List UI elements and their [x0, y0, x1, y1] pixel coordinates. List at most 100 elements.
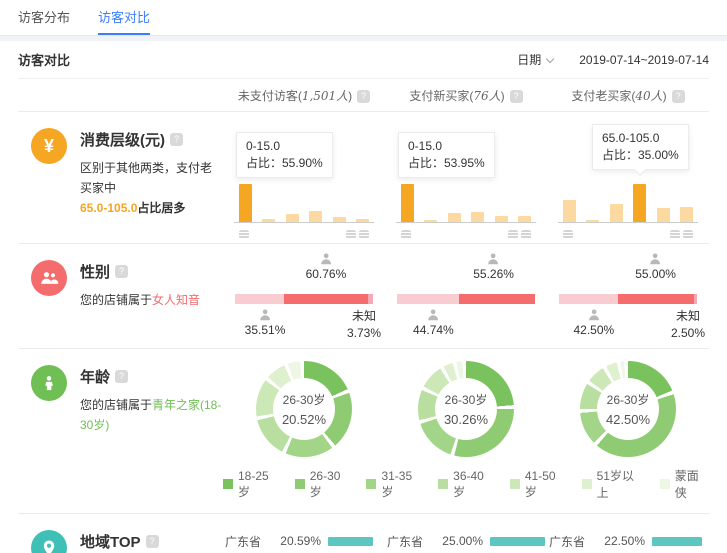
unknown-share: 未知3.73%	[347, 308, 381, 342]
consumption-chart-repeat-buyers[interactable]: 65.0-105.0占比：35.00%	[558, 118, 698, 240]
bar-segment[interactable]	[657, 208, 670, 222]
bar-segment[interactable]	[680, 207, 693, 222]
male-segment	[397, 294, 459, 304]
page-title: 访客对比	[18, 50, 70, 69]
people-icon	[31, 260, 67, 296]
female-share: 55.26%	[473, 252, 514, 281]
gender-chart-unpaid[interactable]: 60.76%35.51%未知3.73%	[235, 252, 373, 344]
bar-segment[interactable]	[309, 211, 322, 222]
region-title: 地域TOP	[80, 531, 141, 552]
legend-item[interactable]: 蒙面侠	[660, 467, 709, 501]
bar-segment[interactable]	[471, 212, 484, 222]
region-bar	[490, 537, 545, 546]
region-list-unpaid: 广东省20.59%浙江省11.06%	[225, 530, 383, 553]
help-icon[interactable]	[510, 90, 523, 103]
date-filter-label: 日期	[517, 53, 541, 67]
person-icon	[31, 365, 67, 401]
coin-icon	[401, 230, 411, 239]
age-legend: 18-25岁 26-30岁 31-35岁 36-40岁 41-50岁 51岁以上蒙面侠	[223, 457, 709, 513]
legend-item[interactable]: 51岁以上	[582, 467, 644, 501]
help-icon[interactable]	[672, 90, 685, 103]
male-share: 42.50%	[573, 308, 614, 337]
gender-chart-repeat-buyers[interactable]: 55.00%42.50%未知2.50%	[559, 252, 697, 344]
bar-segment[interactable]	[633, 184, 646, 222]
person-icon	[648, 252, 663, 266]
column-header-new-buyers: 支付新买家(76人)	[385, 87, 547, 104]
region-bar	[328, 537, 373, 546]
gender-description: 您的店铺属于女人知音	[80, 290, 200, 310]
section-age: 年龄 您的店铺属于青年之家(18-30岁) 26-30岁20.52% 26-30…	[18, 348, 709, 513]
chart-tooltip: 0-15.0占比：55.90%	[236, 132, 333, 178]
bar-segment[interactable]	[239, 184, 252, 222]
chart-tooltip: 0-15.0占比：53.95%	[398, 132, 495, 178]
tab-visitor-distribution[interactable]: 访客分布	[18, 0, 70, 35]
section-gender: 性别 您的店铺属于女人知音 60.76% 35.51% 未知3.73% 55.26%…	[18, 243, 709, 348]
legend-item[interactable]: 41-50岁	[510, 469, 566, 500]
consumption-title: 消费层级(元)	[80, 129, 165, 150]
age-chart-new-buyers[interactable]: 26-30岁30.26%	[418, 361, 514, 457]
tab-visitor-compare[interactable]: 访客对比	[98, 0, 150, 35]
age-description: 您的店铺属于青年之家(18-30岁)	[80, 395, 223, 435]
coin-icon	[563, 230, 573, 239]
coin-icon	[670, 230, 680, 239]
unknown-segment	[694, 294, 697, 304]
location-pin-icon	[31, 530, 67, 553]
region-bar	[652, 537, 702, 546]
gender-stacked-bar	[397, 294, 535, 304]
region-list-repeat-buyers: 广东省22.50%福建省12.50%	[549, 530, 707, 553]
coin-icon	[521, 230, 531, 239]
chevron-down-icon	[546, 55, 554, 63]
legend-swatch	[582, 479, 592, 489]
help-icon[interactable]	[115, 265, 128, 278]
legend-item[interactable]: 18-25岁	[223, 469, 279, 500]
help-icon[interactable]	[115, 370, 128, 383]
legend-swatch	[510, 479, 520, 489]
legend-item[interactable]: 26-30岁	[295, 469, 351, 500]
person-icon	[258, 308, 273, 322]
date-filter-dropdown[interactable]: 日期	[517, 51, 553, 68]
bar-segment[interactable]	[448, 213, 461, 222]
unknown-segment	[368, 294, 373, 304]
region-row: 广东省25.00%	[387, 530, 545, 552]
region-row: 广东省20.59%	[225, 530, 383, 552]
coin-icon	[683, 230, 693, 239]
unknown-share: 未知2.50%	[671, 308, 705, 342]
bar-segment[interactable]	[401, 184, 414, 222]
male-segment	[235, 294, 284, 304]
gender-chart-new-buyers[interactable]: 55.26%44.74%	[397, 252, 535, 344]
bar-segment[interactable]	[563, 200, 576, 222]
bar-segment[interactable]	[610, 204, 623, 222]
help-icon[interactable]	[357, 90, 370, 103]
bar-segment[interactable]	[286, 214, 299, 222]
gender-stacked-bar	[559, 294, 697, 304]
consumption-chart-new-buyers[interactable]: 0-15.0占比：53.95%	[396, 118, 536, 240]
coin-icon	[508, 230, 518, 239]
female-segment	[459, 294, 535, 304]
column-header-unpaid: 未支付访客(1,501人)	[223, 87, 385, 104]
legend-swatch	[438, 479, 448, 489]
female-share: 55.00%	[635, 252, 676, 281]
coin-icon	[239, 230, 249, 239]
male-share: 35.51%	[245, 308, 286, 337]
age-chart-repeat-buyers[interactable]: 26-30岁42.50%	[580, 361, 676, 457]
person-icon	[318, 252, 333, 266]
coin-icon	[359, 230, 369, 239]
help-icon[interactable]	[170, 133, 183, 146]
gender-title: 性别	[80, 261, 110, 282]
age-chart-unpaid[interactable]: 26-30岁20.52%	[256, 361, 352, 457]
gender-stacked-bar	[235, 294, 373, 304]
help-icon[interactable]	[146, 535, 159, 548]
legend-item[interactable]: 36-40岁	[438, 469, 494, 500]
legend-item[interactable]: 31-35岁	[366, 469, 422, 500]
region-row: 广东省22.50%	[549, 530, 707, 552]
region-list-new-buyers: 广东省25.00%浙江省11.84%	[387, 530, 545, 553]
section-region-top: 地域TOP 您的访客聚集在广东省 广东省20.59%浙江省11.06% 广东省2…	[18, 513, 709, 553]
date-range-value: 2019-07-14~2019-07-14	[579, 53, 709, 67]
person-icon	[586, 308, 601, 322]
person-icon	[486, 252, 501, 266]
legend-swatch	[660, 479, 670, 489]
female-share: 60.76%	[306, 252, 347, 281]
female-segment	[284, 294, 368, 304]
top-tabbar: 访客分布 访客对比	[0, 0, 727, 36]
consumption-chart-unpaid[interactable]: 0-15.0占比：55.90%	[234, 118, 374, 240]
